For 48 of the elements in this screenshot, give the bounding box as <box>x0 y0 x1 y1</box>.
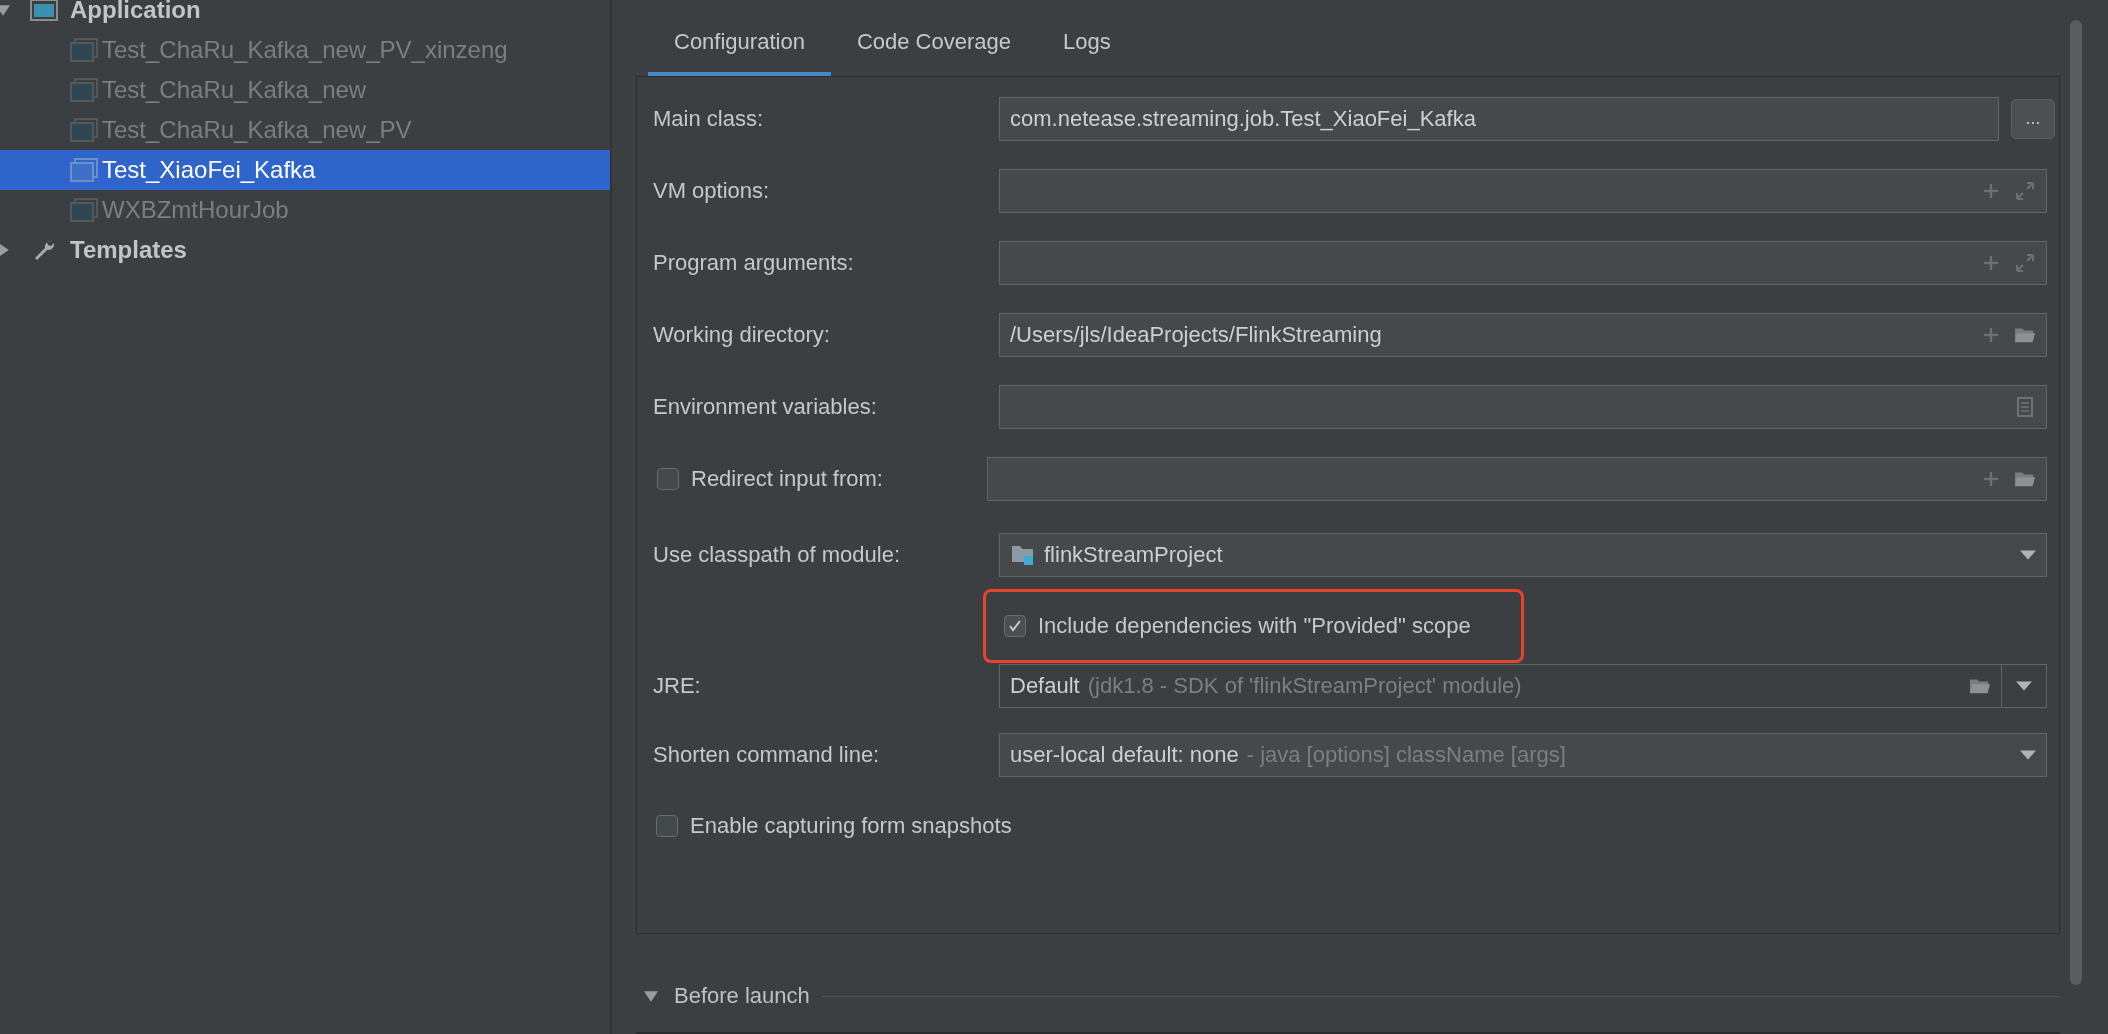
tab[interactable]: Code Coverage <box>830 0 1037 76</box>
scrollbar[interactable] <box>2070 20 2082 985</box>
window-icon <box>70 198 98 222</box>
window-icon <box>70 158 98 182</box>
field-label: Main class: <box>653 105 765 132</box>
tab[interactable]: Configuration <box>648 0 831 76</box>
field-label: JRE: <box>653 672 702 699</box>
browse-button[interactable]: ... <box>2011 98 2055 139</box>
caret-icon <box>2020 549 2036 560</box>
checkbox-label[interactable]: Enable capturing form snapshots <box>690 812 1012 839</box>
checkbox[interactable] <box>656 814 678 837</box>
input-field[interactable]: com.netease.streaming.job.Test_XiaoFei_Kafka <box>999 96 1999 141</box>
window-icon <box>70 38 98 62</box>
checkbox[interactable] <box>1004 614 1026 637</box>
tree-group-label[interactable]: Templates <box>70 236 187 264</box>
jre-combo-field[interactable]: Default (jdk1.8 - SDK of 'flinkStreamProject' module) <box>999 663 2001 708</box>
checkbox[interactable] <box>657 467 679 490</box>
caret-icon <box>2020 749 2036 760</box>
checkbox-label[interactable]: Redirect input from: <box>691 465 883 492</box>
collapse-arrow-icon[interactable] <box>0 3 10 17</box>
dropdown[interactable]: flinkStreamProject <box>999 532 2047 577</box>
input-field[interactable] <box>999 168 2047 213</box>
document-icon[interactable] <box>2014 396 2036 417</box>
field-label: VM options: <box>653 177 771 204</box>
field-label: Use classpath of module: <box>653 541 902 568</box>
tree-item[interactable]: Test_XiaoFei_Kafka <box>0 150 610 190</box>
window-icon <box>70 78 98 102</box>
input-field[interactable] <box>987 456 2047 501</box>
input-field[interactable]: /Users/jls/IdeaProjects/FlinkStreaming <box>999 312 2047 357</box>
field-label: Program arguments: <box>653 249 855 276</box>
field-label: Shorten command line: <box>653 741 881 768</box>
input-field[interactable] <box>999 240 2047 285</box>
expand-icon[interactable] <box>2014 180 2036 201</box>
field-label: Environment variables: <box>653 393 878 420</box>
tab[interactable]: Logs <box>1037 0 1137 76</box>
collapse-arrow-icon[interactable] <box>644 989 658 1004</box>
expand-icon[interactable] <box>2014 252 2036 273</box>
caret-icon <box>2016 680 2032 691</box>
section-title: Before launch <box>674 983 810 1010</box>
expand-arrow-icon[interactable] <box>0 243 10 257</box>
dropdown-button[interactable] <box>2001 663 2047 708</box>
tree-group-label[interactable]: Application <box>70 0 201 24</box>
dropdown[interactable]: user-local default: none - java [options] className [args] <box>999 732 2047 777</box>
window-icon <box>70 118 98 142</box>
window-icon <box>30 0 58 22</box>
input-field[interactable] <box>999 384 2047 429</box>
field-label: Working directory: <box>653 321 831 348</box>
checkbox-label[interactable]: Include dependencies with "Provided" scope <box>1038 612 1471 639</box>
